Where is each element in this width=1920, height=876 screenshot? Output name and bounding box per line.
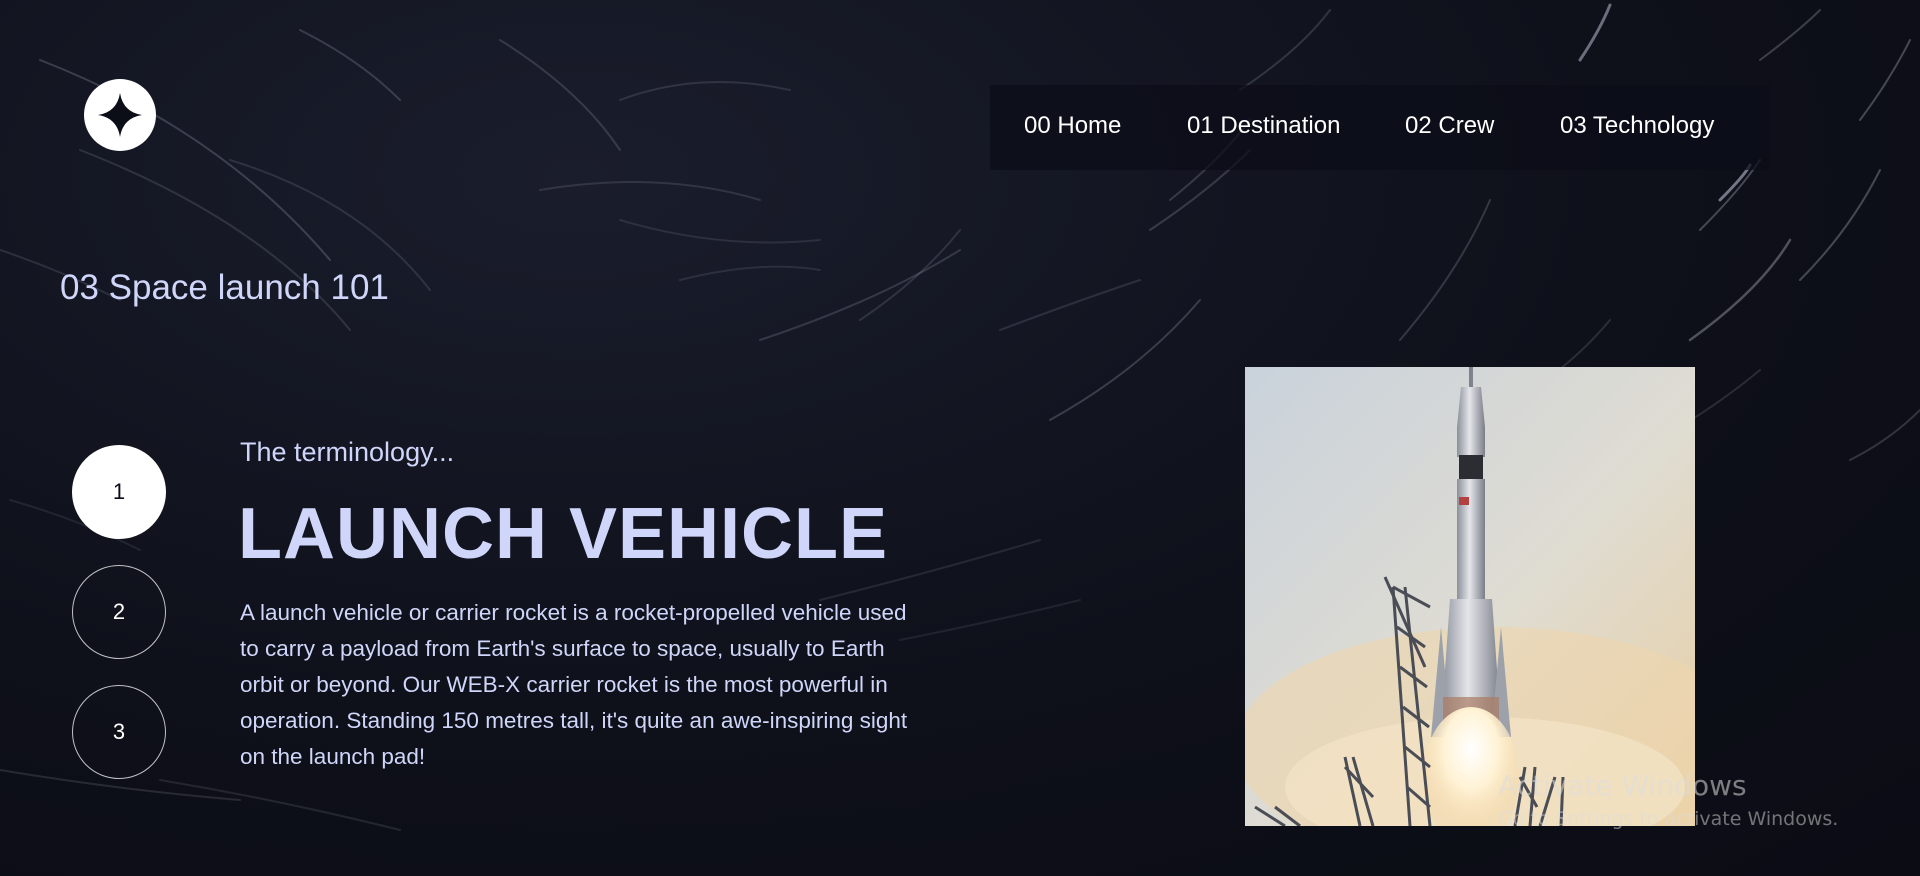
nav-item-crew[interactable]: 02 Crew (1405, 112, 1494, 140)
step-button-3[interactable]: 3 (72, 685, 166, 779)
step-button-1[interactable]: 1 (72, 445, 166, 539)
watermark-title: Activate Windows (1498, 769, 1747, 802)
technology-heading: LAUNCH VEHICLE (238, 494, 889, 574)
nav-item-technology[interactable]: 03 Technology (1560, 112, 1714, 140)
watermark-subtitle: Go to Settings to activate Windows. (1498, 808, 1839, 830)
page-title: 03 Space launch 101 (60, 268, 389, 307)
terminology-eyebrow: The terminology... (240, 437, 455, 467)
nav-item-destination[interactable]: 01 Destination (1187, 112, 1340, 140)
main-navigation: 00 Home 01 Destination 02 Crew 03 Techno… (990, 85, 1770, 170)
step-button-2[interactable]: 2 (72, 565, 166, 659)
rocket-launch-photo (1245, 367, 1695, 826)
nav-item-home[interactable]: 00 Home (1024, 112, 1121, 140)
technology-page: 00 Home 01 Destination 02 Crew 03 Techno… (0, 0, 1920, 876)
four-point-star-icon (98, 93, 142, 137)
rocket-illustration (1245, 367, 1695, 826)
windows-activation-watermark: Activate Windows Go to Settings to activ… (1498, 769, 1838, 830)
logo[interactable] (84, 79, 156, 151)
technology-description: A launch vehicle or carrier rocket is a … (240, 600, 908, 769)
